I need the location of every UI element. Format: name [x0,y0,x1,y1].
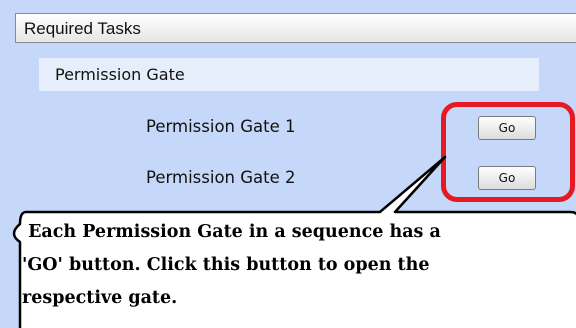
callout-line-3: respective gate. [22,288,178,308]
callout-line-2: 'GO' button. Click this button to open t… [22,255,430,275]
callout-text: Each Permission Gate in a sequence has a… [22,216,576,315]
callout-line-1: Each Permission Gate in a sequence has a [22,222,441,242]
